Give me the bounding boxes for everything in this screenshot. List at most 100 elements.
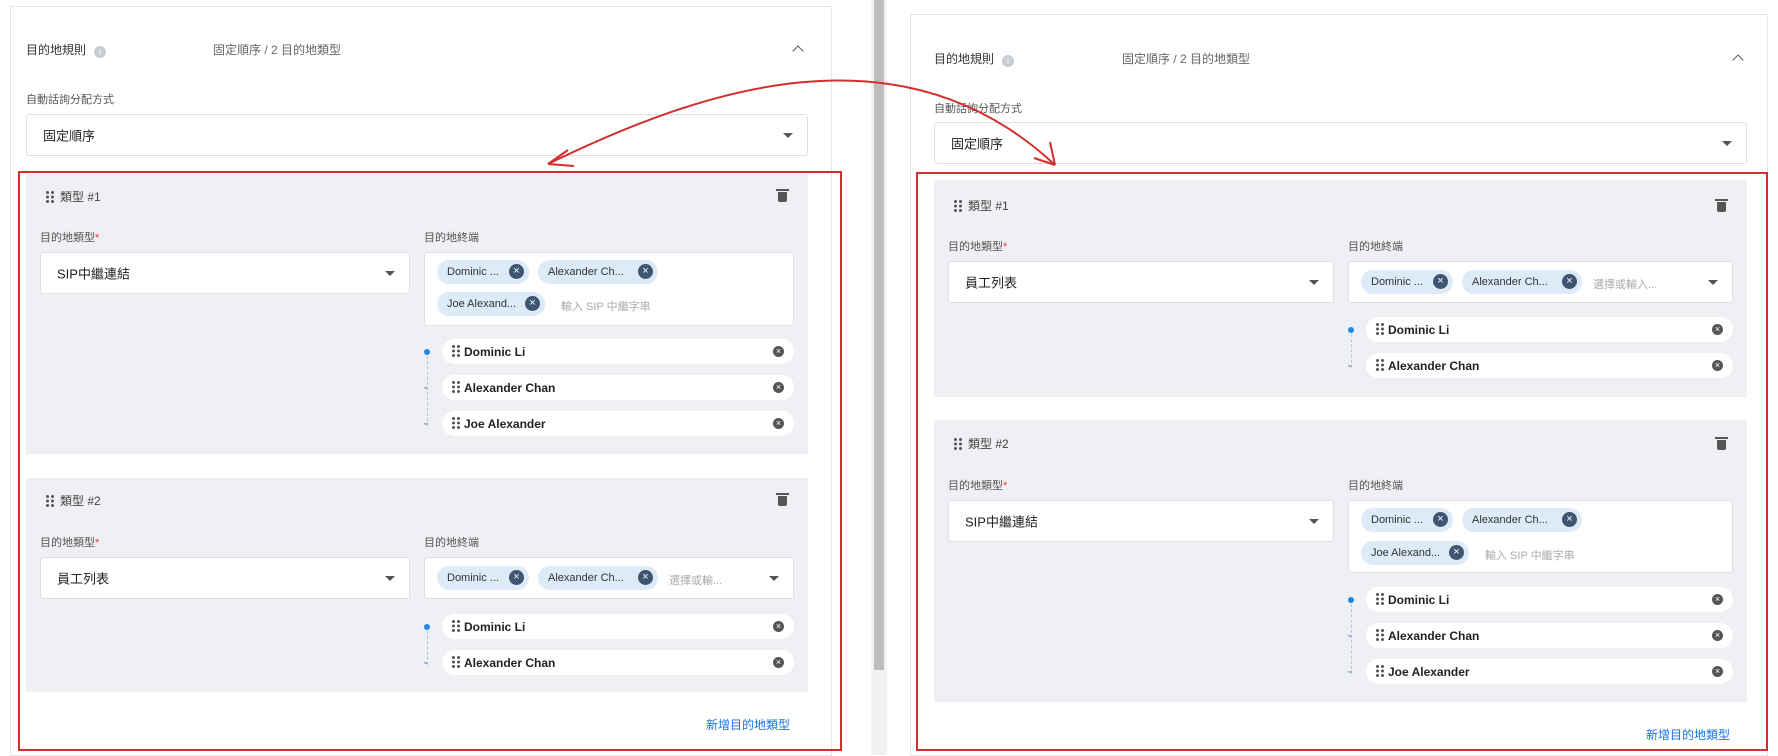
trash-icon[interactable] (1715, 199, 1728, 212)
sequence-chevron-icon: ⌄ (422, 656, 430, 666)
chip-remove-icon[interactable]: × (638, 570, 653, 585)
endpoint-placeholder: 輸入 SIP 中繼字串 (1485, 550, 1575, 562)
sequence-chevron-icon: ⌄ (1346, 359, 1354, 369)
remove-icon[interactable]: × (773, 418, 784, 429)
remove-icon[interactable]: × (773, 346, 784, 357)
dropdown-caret-icon[interactable] (1708, 280, 1718, 285)
remove-icon[interactable]: × (1712, 594, 1723, 605)
endpoint-chip: Alexander Ch... × (1462, 270, 1582, 294)
destination-rules-label: 目的地規則 (26, 43, 87, 57)
distribution-select[interactable]: 固定順序 (934, 122, 1747, 164)
info-icon[interactable]: i (94, 46, 107, 58)
destination-item[interactable]: Dominic Li × (1366, 587, 1733, 612)
group-title: 類型 #2 (954, 435, 1009, 452)
trash-icon[interactable] (776, 189, 789, 202)
type-label: 目的地類型* (40, 232, 100, 244)
rules-summary: 固定順序 / 2 目的地類型 (1122, 52, 1251, 66)
endpoint-label: 目的地終端 (424, 537, 479, 549)
endpoint-chip: Joe Alexand... × (1361, 541, 1469, 565)
endpoint-placeholder: 輸入 SIP 中繼字串 (561, 301, 651, 313)
drag-handle-icon[interactable] (452, 381, 460, 394)
drag-handle-icon[interactable] (1376, 593, 1384, 606)
drag-handle-icon[interactable] (1376, 323, 1384, 336)
info-icon[interactable]: i (1002, 55, 1015, 67)
distribution-select[interactable]: 固定順序 (26, 114, 808, 156)
sequence-chevron-icon: ⌄ (1346, 629, 1354, 639)
dropdown-caret-icon (783, 133, 793, 138)
chip-remove-icon[interactable]: × (509, 570, 524, 585)
endpoint-chip: Dominic ... × (1361, 270, 1453, 294)
endpoint-chip: Dominic ... × (437, 566, 529, 590)
remove-icon[interactable]: × (1712, 630, 1723, 641)
drag-handle-icon[interactable] (46, 495, 54, 508)
trash-icon[interactable] (1715, 437, 1728, 450)
remove-icon[interactable]: × (773, 621, 784, 632)
chip-remove-icon[interactable]: × (509, 264, 524, 279)
scrollbar-thumb[interactable] (874, 0, 884, 670)
destination-rules-header[interactable]: 目的地規則 i (26, 41, 107, 58)
dropdown-caret-icon (1722, 141, 1732, 146)
destination-item[interactable]: Alexander Chan × (442, 375, 794, 400)
remove-icon[interactable]: × (773, 382, 784, 393)
drag-handle-icon[interactable] (452, 656, 460, 669)
drag-handle-icon[interactable] (1376, 359, 1384, 372)
chip-remove-icon[interactable]: × (1433, 274, 1448, 289)
destination-rules-header[interactable]: 目的地規則 i (934, 50, 1015, 67)
destination-item[interactable]: Joe Alexander × (1366, 659, 1733, 684)
endpoint-chip: Dominic ... × (1361, 508, 1453, 532)
endpoint-tag-input[interactable]: Dominic ... × Alexander Ch... × 選擇或輸... (424, 557, 794, 599)
remove-icon[interactable]: × (1712, 666, 1723, 677)
chip-remove-icon[interactable]: × (1433, 512, 1448, 527)
endpoint-tag-input[interactable]: Dominic ... × Alexander Ch... × Joe Alexan… (1348, 500, 1733, 573)
type-select[interactable]: 員工列表 (40, 557, 410, 599)
rules-summary: 固定順序 / 2 目的地類型 (213, 43, 342, 57)
type-select[interactable]: SIP中繼連結 (948, 500, 1334, 542)
chip-remove-icon[interactable]: × (1449, 545, 1464, 560)
left-panel: 目的地規則 i 固定順序 / 2 目的地類型 自動話詢分配方式 固定順序 類型 #… (0, 0, 845, 756)
endpoint-chip: Alexander Ch... × (538, 566, 658, 590)
chip-remove-icon[interactable]: × (1562, 274, 1577, 289)
drag-handle-icon[interactable] (954, 200, 962, 213)
destination-item[interactable]: Dominic Li × (442, 614, 794, 639)
drag-handle-icon[interactable] (452, 417, 460, 430)
destination-item[interactable]: Alexander Chan × (442, 650, 794, 675)
sequence-chevron-icon: ⌄ (422, 381, 430, 391)
drag-handle-icon[interactable] (452, 345, 460, 358)
trash-icon[interactable] (776, 493, 789, 506)
add-destination-type-link[interactable]: 新增目的地類型 (706, 716, 790, 733)
drag-handle-icon[interactable] (452, 620, 460, 633)
destination-item[interactable]: Dominic Li × (442, 339, 794, 364)
distribution-label: 自動話詢分配方式 (934, 103, 1022, 115)
endpoint-chip: Dominic ... × (437, 260, 529, 284)
type-label: 目的地類型* (948, 241, 1008, 253)
drag-handle-icon[interactable] (954, 438, 962, 451)
destination-type-group-2: 類型 #2 目的地類型* 員工列表 目的地終端 Dominic ... × Ale… (26, 478, 808, 692)
remove-icon[interactable]: × (1712, 324, 1723, 335)
dropdown-caret-icon[interactable] (769, 576, 779, 581)
drag-handle-icon[interactable] (1376, 665, 1384, 678)
sequence-start-dot (1348, 327, 1354, 333)
remove-icon[interactable]: × (1712, 360, 1723, 371)
destination-type-group-2: 類型 #2 目的地類型* SIP中繼連結 目的地終端 Dominic ... × … (934, 420, 1747, 702)
distribution-value: 固定順序 (951, 136, 1004, 152)
type-label: 目的地類型* (948, 480, 1008, 492)
endpoint-label: 目的地終端 (1348, 241, 1403, 253)
distribution-value: 固定順序 (43, 128, 96, 144)
type-select[interactable]: SIP中繼連結 (40, 252, 410, 294)
endpoint-tag-input[interactable]: Dominic ... × Alexander Ch... × Joe Alexan… (424, 252, 794, 326)
type-label: 目的地類型* (40, 537, 100, 549)
type-select[interactable]: 員工列表 (948, 261, 1334, 303)
drag-handle-icon[interactable] (46, 191, 54, 204)
destination-item[interactable]: Dominic Li × (1366, 317, 1733, 342)
add-destination-type-link[interactable]: 新增目的地類型 (1646, 726, 1730, 743)
destination-item[interactable]: Joe Alexander × (442, 411, 794, 436)
chip-remove-icon[interactable]: × (1562, 512, 1577, 527)
chip-remove-icon[interactable]: × (638, 264, 653, 279)
endpoint-tag-input[interactable]: Dominic ... × Alexander Ch... × 選擇或輸入... (1348, 261, 1733, 303)
remove-icon[interactable]: × (773, 657, 784, 668)
distribution-label: 自動話詢分配方式 (26, 94, 114, 106)
drag-handle-icon[interactable] (1376, 629, 1384, 642)
destination-item[interactable]: Alexander Chan × (1366, 353, 1733, 378)
chip-remove-icon[interactable]: × (525, 296, 540, 311)
destination-item[interactable]: Alexander Chan × (1366, 623, 1733, 648)
